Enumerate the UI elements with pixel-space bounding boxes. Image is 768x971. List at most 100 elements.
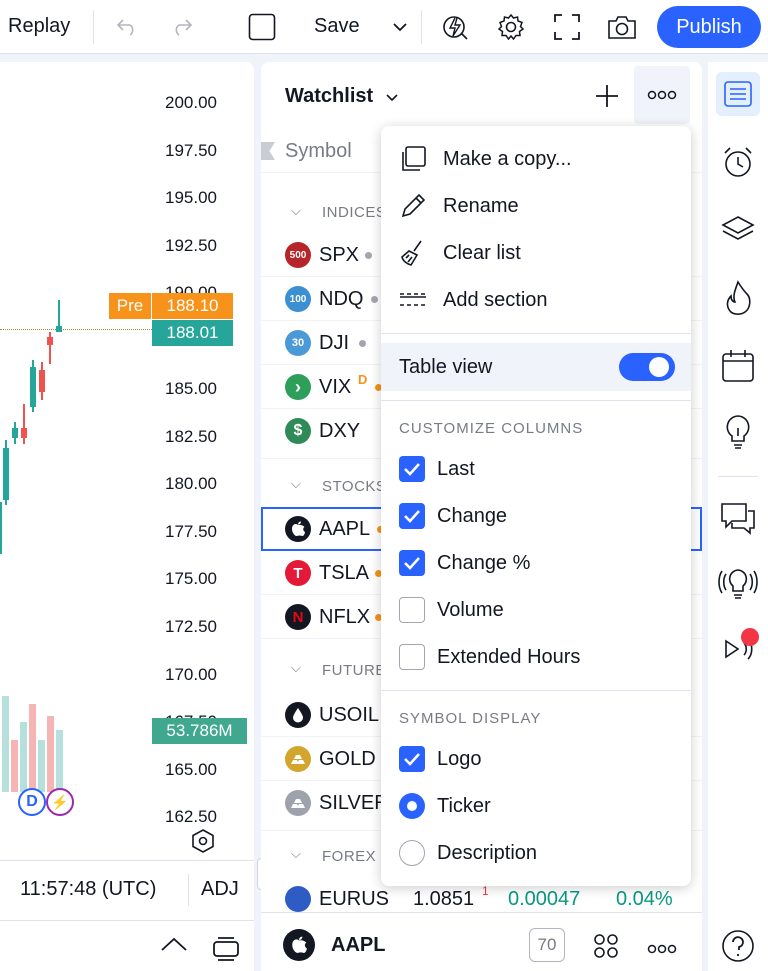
streams-broadcast-icon[interactable] (716, 562, 760, 606)
column-last-checkbox[interactable]: Last (381, 453, 691, 485)
make-copy-menu-item[interactable]: Make a copy... (381, 136, 691, 182)
display-ticker-radio[interactable]: Ticker (381, 790, 691, 822)
volume-bar (47, 716, 54, 792)
price-tick: 165.00 (165, 760, 217, 779)
camera-snapshot-icon[interactable] (605, 10, 639, 44)
chat-bubbles-icon[interactable] (716, 496, 760, 540)
notifications-play-icon[interactable] (716, 628, 760, 672)
toggle-knob (649, 357, 669, 377)
pre-market-tag: Pre (109, 293, 151, 319)
candle (56, 326, 62, 332)
alarm-clock-icon[interactable] (716, 140, 760, 184)
selected-symbol[interactable]: AAPL (331, 934, 385, 957)
checkbox-unchecked-icon (399, 644, 425, 670)
ticker: EURUS (319, 888, 390, 910)
add-section-menu-item[interactable]: Add section (381, 277, 691, 323)
gold-bars-icon (285, 746, 311, 772)
section-collapse-icon[interactable]: ⌵ (291, 203, 301, 219)
hotlists-flame-icon[interactable] (716, 276, 760, 320)
silver-bars-icon (285, 790, 311, 816)
right-sidebar (708, 62, 768, 971)
candle (3, 448, 9, 500)
volume-bar (38, 740, 45, 792)
maximize-panel-icon[interactable] (212, 936, 240, 962)
section-indices[interactable]: INDICES (322, 204, 386, 221)
time-display[interactable]: 11:57:48 (UTC) (20, 878, 156, 901)
clear-list-menu-item[interactable]: Clear list (381, 230, 691, 276)
score-badge[interactable]: 70 (529, 928, 565, 962)
market-status-dot (371, 296, 378, 303)
symbol-logo: 30 (285, 330, 311, 356)
symbol-display-header: SYMBOL DISPLAY (399, 710, 542, 727)
last-price-tag: 188.01 (152, 320, 233, 346)
symbol-column-header[interactable]: Symbol (285, 140, 352, 163)
radio-unselected-icon (399, 840, 425, 866)
volume-bar (56, 730, 63, 792)
layout-square-icon[interactable] (245, 10, 279, 44)
price-tick: 170.00 (165, 665, 217, 684)
chart-settings-icon[interactable] (190, 828, 216, 854)
earnings-bolt-badge[interactable]: ⚡ (46, 788, 74, 816)
price-tick: 185.00 (165, 379, 217, 398)
rename-menu-item[interactable]: Rename (381, 183, 691, 229)
chevron-up-icon[interactable] (160, 936, 188, 956)
candle (30, 367, 36, 407)
volume-tag: 53.786M (152, 718, 247, 744)
column-change-checkbox[interactable]: Change (381, 500, 691, 532)
ticker: DJI (319, 332, 349, 354)
ticker: AAPL (319, 518, 371, 540)
save-chevron-down-icon[interactable] (383, 10, 417, 44)
change-percent: 0.04% (616, 888, 673, 910)
section-forex[interactable]: FOREX (322, 848, 376, 865)
chevron-down-icon[interactable] (385, 90, 399, 102)
symbol-logo: › (285, 374, 311, 400)
column-extended-hours-checkbox[interactable]: Extended Hours (381, 641, 691, 673)
add-symbol-plus-icon[interactable] (595, 84, 619, 108)
table-view-toggle[interactable] (619, 353, 675, 381)
redo-icon[interactable] (165, 10, 199, 44)
eu-flag-icon (285, 886, 311, 912)
candle (21, 428, 27, 438)
publish-button[interactable]: Publish (657, 6, 761, 48)
dividends-badge[interactable]: D (18, 788, 46, 816)
candle (12, 428, 18, 438)
alert-zap-icon[interactable] (438, 10, 472, 44)
more-options-icon[interactable] (634, 66, 690, 124)
flag-icon[interactable] (261, 142, 275, 160)
watchlist-sidebar-icon[interactable] (716, 72, 760, 116)
ticker: VIX (319, 376, 352, 398)
layers-icon[interactable] (716, 208, 760, 252)
ideas-lightbulb-icon[interactable] (716, 410, 760, 454)
chart-pane[interactable]: 200.00 197.50 195.00 192.50 190.00 187.5… (0, 62, 254, 971)
price-tick: 195.00 (165, 188, 217, 207)
column-change-percent-checkbox[interactable]: Change % (381, 547, 691, 579)
display-description-radio[interactable]: Description (381, 837, 691, 869)
candle (23, 404, 25, 444)
table-view-row[interactable]: Table view (381, 343, 691, 391)
undo-icon[interactable] (110, 10, 144, 44)
top-toolbar: Replay Save Publish (0, 0, 768, 54)
watchlist-title[interactable]: Watchlist (285, 85, 373, 108)
display-logo-checkbox[interactable]: Logo (381, 743, 691, 775)
save-button[interactable]: Save (314, 15, 360, 38)
section-collapse-icon[interactable]: ⌵ (291, 846, 301, 862)
apple-logo-icon (283, 929, 315, 961)
section-stocks[interactable]: STOCKS (322, 478, 386, 495)
help-question-icon[interactable] (716, 924, 760, 968)
section-collapse-icon[interactable]: ⌵ (291, 660, 301, 676)
section-collapse-icon[interactable]: ⌵ (291, 476, 301, 492)
watchlist-bottom-bar: AAPL 70 (261, 912, 702, 971)
volume-bar (11, 740, 18, 792)
fullscreen-icon[interactable] (550, 10, 584, 44)
replay-button[interactable]: Replay (8, 15, 70, 38)
settings-gear-icon[interactable] (494, 10, 528, 44)
adj-toggle[interactable]: ADJ (201, 878, 239, 901)
divider (381, 333, 691, 334)
grid-layout-icon[interactable] (593, 933, 619, 959)
more-options-icon[interactable] (647, 941, 677, 954)
column-volume-checkbox[interactable]: Volume (381, 594, 691, 626)
price-tick: 172.50 (165, 617, 217, 636)
ticker: USOIL (319, 704, 380, 726)
price-tick: 182.50 (165, 427, 217, 446)
calendar-icon[interactable] (716, 344, 760, 388)
